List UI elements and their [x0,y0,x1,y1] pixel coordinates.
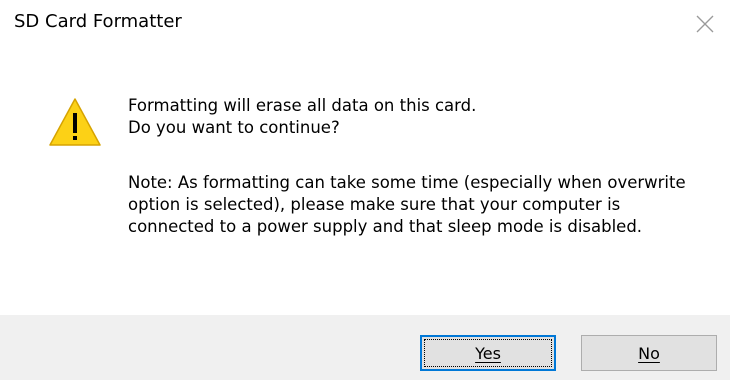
dialog-window: SD Card Formatter Formatting will erase … [0,0,730,380]
close-button[interactable] [692,11,718,37]
close-icon [692,11,718,37]
note-paragraph: Note: As formatting can take some time (… [128,173,686,236]
dialog-title: SD Card Formatter [14,11,182,32]
no-button[interactable]: No [581,335,717,371]
no-button-label: No [638,343,660,363]
message-line-continue: Do you want to continue? [128,118,340,137]
warning-icon [48,96,102,148]
yes-button[interactable]: Yes [420,335,556,371]
message-text: Formatting will erase all data on this c… [128,95,708,139]
note-text: Note: As formatting can take some time (… [128,172,708,238]
yes-button-label: Yes [475,343,501,363]
button-bar: Yes No [0,315,730,380]
message-line-erase: Formatting will erase all data on this c… [128,96,477,115]
